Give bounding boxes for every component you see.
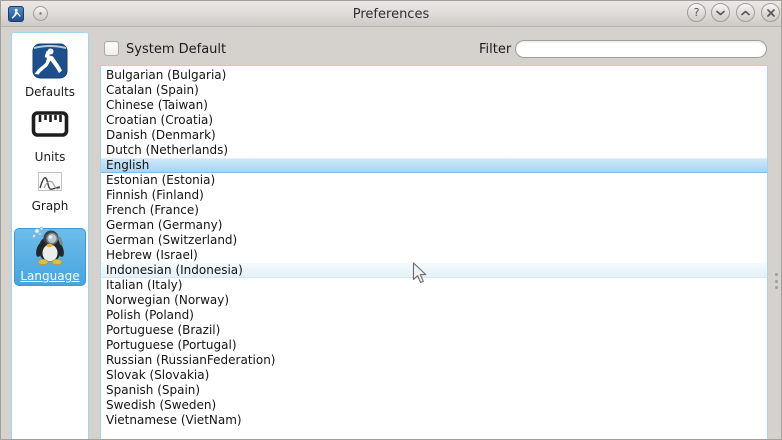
chevron-down-icon: [716, 10, 725, 16]
list-item[interactable]: Slovak (Slovakia): [101, 368, 767, 383]
list-item[interactable]: Norwegian (Norway): [101, 293, 767, 308]
graph-curve-icon: [38, 172, 62, 195]
list-item[interactable]: Swedish (Sweden): [101, 398, 767, 413]
sidebar-item-graph[interactable]: Graph: [32, 172, 69, 213]
list-item[interactable]: German (Germany): [101, 218, 767, 233]
list-item[interactable]: Bulgarian (Bulgaria): [101, 68, 767, 83]
list-item[interactable]: Indonesian (Indonesia): [101, 263, 767, 278]
list-item[interactable]: Croatian (Croatia): [101, 113, 767, 128]
list-item[interactable]: Portuguese (Portugal): [101, 338, 767, 353]
sidebar-item-label: Defaults: [25, 85, 75, 99]
window-title: Preferences: [1, 1, 781, 27]
sidebar-item-label: Units: [35, 150, 66, 164]
list-item[interactable]: Finnish (Finland): [101, 188, 767, 203]
list-item[interactable]: Chinese (Taiwan): [101, 98, 767, 113]
chevron-up-icon: [741, 10, 750, 16]
system-default-label: System Default: [126, 42, 226, 57]
list-item[interactable]: Vietnamese (VietNam): [101, 413, 767, 428]
list-item[interactable]: Spanish (Spain): [101, 383, 767, 398]
sidebar-item-units[interactable]: Units: [31, 110, 69, 164]
sidebar-item-language[interactable]: Language: [14, 228, 86, 286]
shade-button[interactable]: [711, 3, 730, 22]
list-item[interactable]: Dutch (Netherlands): [101, 143, 767, 158]
system-default-checkbox[interactable]: [104, 41, 119, 56]
diver-icon: [32, 43, 68, 83]
list-item[interactable]: French (France): [101, 203, 767, 218]
list-item[interactable]: English: [101, 158, 767, 173]
list-item[interactable]: Estonian (Estonia): [101, 173, 767, 188]
ruler-icon: [31, 110, 69, 142]
list-item[interactable]: Catalan (Spain): [101, 83, 767, 98]
window-resize-grip[interactable]: [775, 273, 778, 289]
sidebar-item-label: Language: [20, 269, 79, 283]
filter-input[interactable]: [515, 40, 767, 58]
list-item[interactable]: German (Switzerland): [101, 233, 767, 248]
sidebar-item-label: Graph: [32, 199, 69, 213]
list-item[interactable]: Russian (RussianFederation): [101, 353, 767, 368]
close-button[interactable]: [761, 3, 780, 22]
preferences-window: Preferences ? System Default Filter: [0, 0, 782, 440]
close-icon: [767, 9, 775, 17]
filter-label: Filter: [479, 42, 511, 57]
unshade-button[interactable]: [736, 3, 755, 22]
list-item[interactable]: Hebrew (Israel): [101, 248, 767, 263]
language-list: Bulgarian (Bulgaria)Catalan (Spain)Chine…: [100, 65, 768, 440]
sidebar: Defaults Units: [11, 32, 89, 440]
list-item[interactable]: Polish (Poland): [101, 308, 767, 323]
help-button[interactable]: ?: [687, 3, 706, 22]
sidebar-item-defaults[interactable]: Defaults: [25, 43, 75, 99]
list-item[interactable]: Danish (Denmark): [101, 128, 767, 143]
list-item[interactable]: Portuguese (Brazil): [101, 323, 767, 338]
titlebar[interactable]: Preferences ?: [1, 1, 781, 27]
list-item[interactable]: Italian (Italy): [101, 278, 767, 293]
tux-penguin-icon: [28, 225, 72, 269]
